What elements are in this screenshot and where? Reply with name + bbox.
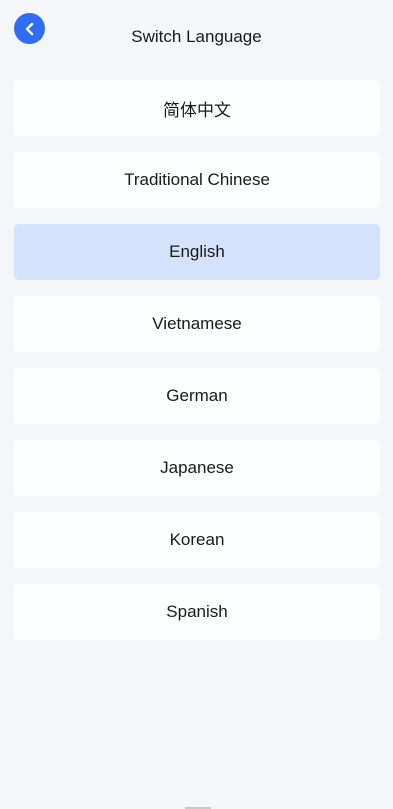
language-option-traditional-chinese[interactable]: Traditional Chinese (14, 152, 380, 208)
language-option-english[interactable]: English (14, 224, 380, 280)
language-option-german[interactable]: German (14, 368, 380, 424)
language-option-japanese[interactable]: Japanese (14, 440, 380, 496)
language-list: 简体中文 Traditional Chinese English Vietnam… (14, 80, 380, 640)
language-option-spanish[interactable]: Spanish (14, 584, 380, 640)
language-option-korean[interactable]: Korean (14, 512, 380, 568)
header: Switch Language (0, 0, 393, 74)
language-option-vietnamese[interactable]: Vietnamese (14, 296, 380, 352)
language-option-simplified-chinese[interactable]: 简体中文 (14, 80, 380, 136)
page-title: Switch Language (131, 27, 262, 46)
